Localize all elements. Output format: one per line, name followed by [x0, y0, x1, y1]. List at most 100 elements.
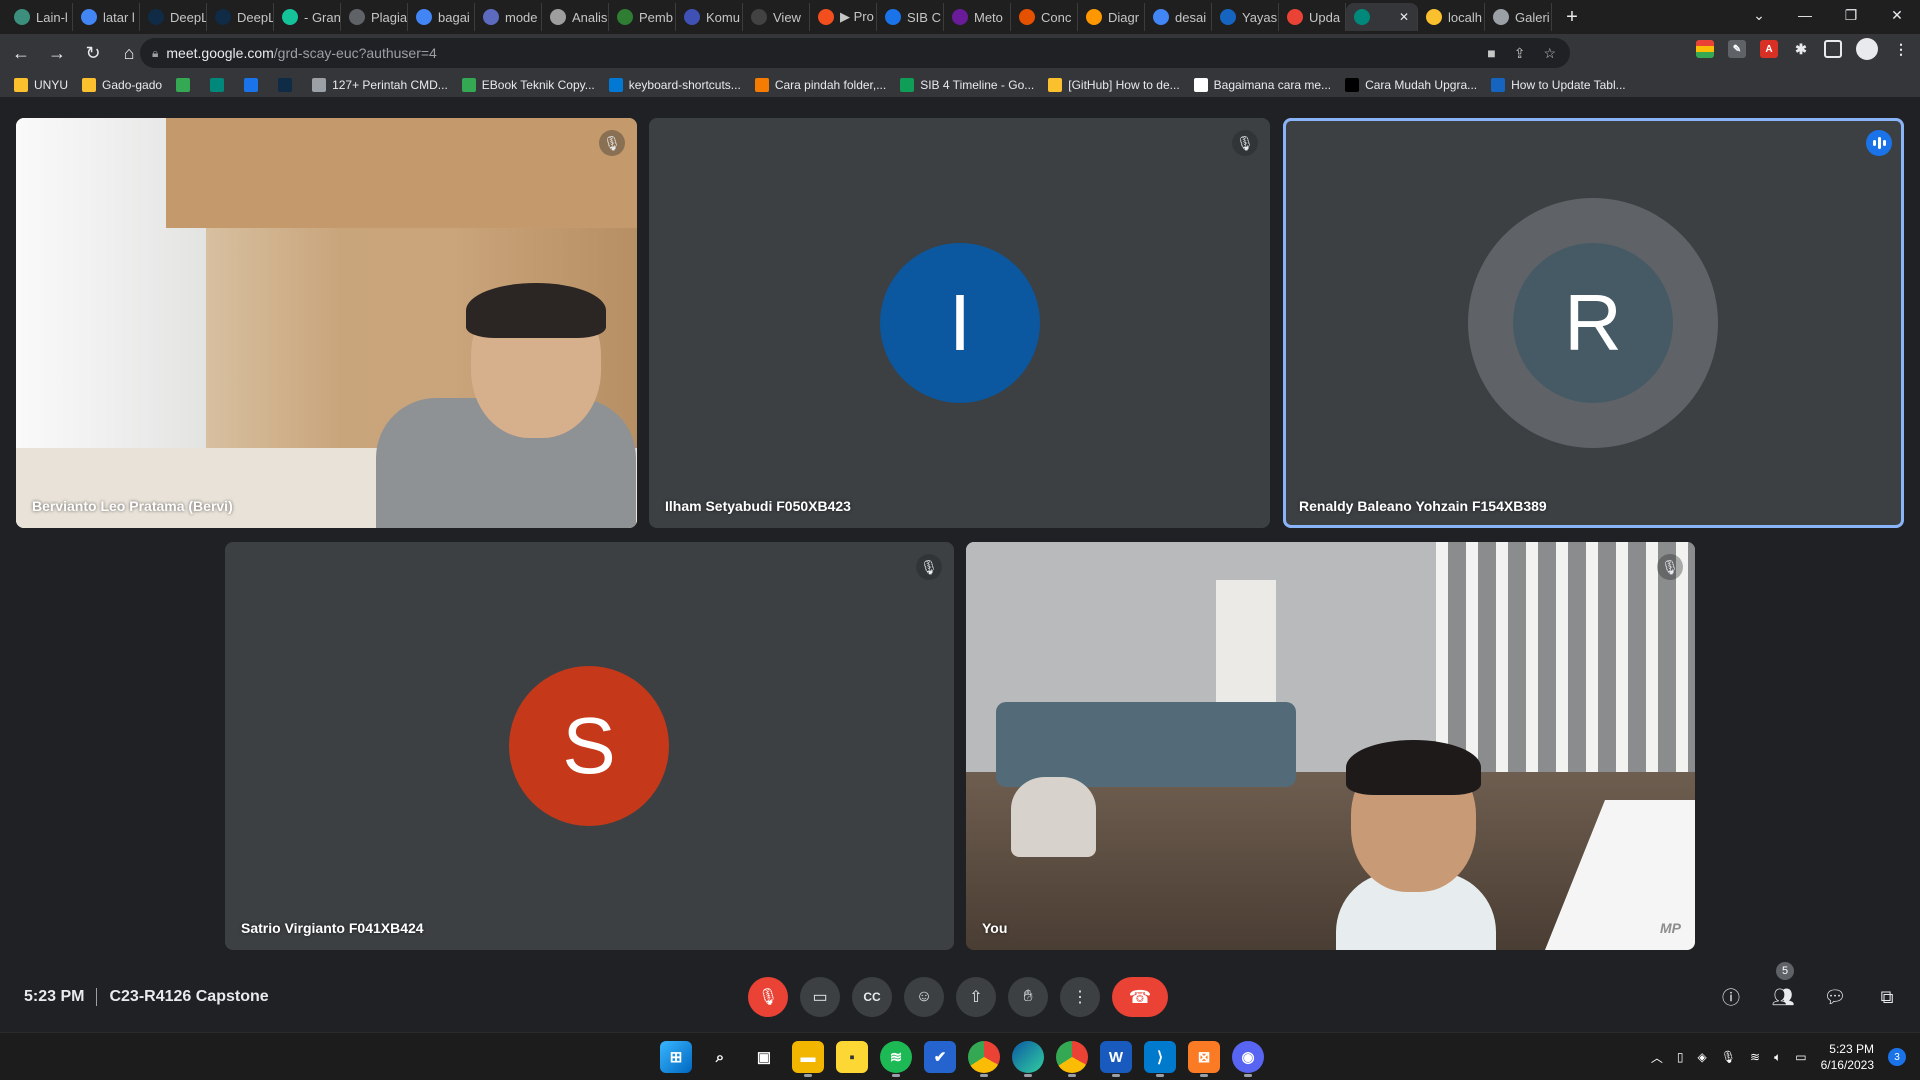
xampp-icon[interactable]: ⊠	[1188, 1041, 1220, 1077]
browser-tab[interactable]: Lain-l	[6, 3, 73, 31]
start-icon[interactable]: ⊞	[660, 1041, 692, 1073]
browser-tab[interactable]: mode	[475, 3, 542, 31]
new-tab-button[interactable]: +	[1558, 3, 1586, 31]
browser-tab[interactable]: Conc	[1011, 3, 1078, 31]
participant-tile[interactable]: I 🎙︎ Ilham Setyabudi F050XB423	[649, 118, 1270, 528]
browser-tab[interactable]: DeepL	[140, 3, 207, 31]
word-icon[interactable]: W	[1100, 1041, 1132, 1077]
browser-tab[interactable]: Meto	[944, 3, 1011, 31]
participant-tile-video[interactable]: 🎙︎ Bervianto Leo Pratama (Bervi)	[16, 118, 637, 528]
close-tab-icon[interactable]: ✕	[1399, 10, 1409, 24]
chat-icon[interactable]: 💬︎	[1822, 984, 1848, 1010]
bookmark-item[interactable]: Bagaimana cara me...	[1193, 77, 1331, 92]
bookmark-item[interactable]: EBook Teknik Copy...	[461, 77, 595, 92]
pen-extension-icon[interactable]: ✎	[1728, 40, 1746, 58]
browser-tab[interactable]: - Gran	[274, 3, 341, 31]
chrome-menu-icon[interactable]: ⋮	[1892, 40, 1910, 58]
bookmark-item[interactable]: UNYU	[14, 77, 68, 92]
clock[interactable]: 5:23 PM 6/16/2023	[1821, 1041, 1874, 1073]
search-icon[interactable]: ⌕	[704, 1041, 736, 1073]
camera-in-use-icon[interactable]: ■	[1487, 45, 1495, 62]
side-panel-icon[interactable]	[1824, 40, 1842, 58]
minimize-button[interactable]: —	[1782, 0, 1828, 30]
profile-avatar[interactable]	[1856, 38, 1878, 60]
meeting-details-icon[interactable]: ⓘ	[1718, 984, 1744, 1010]
browser-tab[interactable]: desai	[1145, 3, 1212, 31]
browser-tab[interactable]: Upda	[1279, 3, 1346, 31]
participant-tile-speaking[interactable]: R Renaldy Baleano Yohzain F154XB389	[1283, 118, 1904, 528]
restore-button[interactable]: ❐	[1828, 0, 1874, 30]
microphone-icon[interactable]: 🎙︎	[1721, 1050, 1736, 1064]
wifi-icon[interactable]: ≋	[1750, 1050, 1760, 1064]
browser-tab[interactable]: localh	[1418, 3, 1485, 31]
todo-icon[interactable]: ✔	[924, 1041, 956, 1073]
task-view-icon[interactable]: ▣	[748, 1041, 780, 1073]
volume-icon[interactable]: 🔈︎	[1774, 1050, 1781, 1065]
active-tab[interactable]: ✕	[1346, 3, 1418, 31]
battery-icon[interactable]: ▭	[1795, 1050, 1806, 1064]
bookmark-item[interactable]: 127+ Perintah CMD...	[312, 77, 448, 92]
end-call-button[interactable]: ☎︎	[1112, 977, 1168, 1017]
bookmark-item[interactable]: Gado-gado	[82, 77, 163, 92]
reactions-button[interactable]: ☺	[904, 977, 944, 1017]
chevron-up-icon[interactable]: ︿	[1651, 1049, 1663, 1066]
raise-hand-button[interactable]: ✋︎	[1008, 977, 1048, 1017]
address-bar[interactable]: 🔒︎ meet.google.com/grd-scay-euc?authuser…	[140, 38, 1570, 68]
spotify-icon[interactable]: ≋	[880, 1041, 912, 1077]
bookmark-label: Gado-gado	[102, 77, 163, 92]
bookmark-item[interactable]	[278, 77, 298, 92]
present-button[interactable]: ⇧	[956, 977, 996, 1017]
forward-button[interactable]: →	[42, 38, 72, 68]
browser-tab[interactable]: Analis	[542, 3, 609, 31]
self-video-tile[interactable]: 🎙︎ You MP	[966, 542, 1695, 950]
tablet-icon[interactable]: ▯	[1677, 1050, 1684, 1064]
bookmark-item[interactable]: Cara pindah folder,...	[754, 77, 886, 92]
bookmark-item[interactable]	[244, 77, 264, 92]
browser-tab[interactable]: Diagr	[1078, 3, 1145, 31]
browser-tab[interactable]: DeepL	[207, 3, 274, 31]
share-icon[interactable]: ⇪	[1514, 45, 1526, 62]
more-options-button[interactable]: ⋮	[1060, 977, 1100, 1017]
extension-icon[interactable]	[1696, 40, 1714, 58]
activities-icon[interactable]: ⧉	[1874, 984, 1900, 1010]
discord-icon[interactable]: ◉	[1232, 1041, 1264, 1077]
bookmark-item[interactable]: keyboard-shortcuts...	[608, 77, 741, 92]
chrome-profile-icon[interactable]	[1056, 1041, 1088, 1077]
browser-tab[interactable]: Plagia	[341, 3, 408, 31]
browser-tab[interactable]: Yayas	[1212, 3, 1279, 31]
bookmark-label: EBook Teknik Copy...	[481, 77, 595, 92]
browser-tab[interactable]: Pemb	[609, 3, 676, 31]
puzzle-icon[interactable]: ✱	[1792, 40, 1810, 58]
pdf-extension-icon[interactable]: A	[1760, 40, 1778, 58]
toggle-camera-button[interactable]: ▭	[800, 977, 840, 1017]
participant-tile[interactable]: S 🎙︎ Satrio Virgianto F041XB424	[225, 542, 954, 950]
notification-badge[interactable]: 3	[1888, 1048, 1906, 1066]
browser-tab[interactable]: Galeri	[1485, 3, 1552, 31]
defender-icon[interactable]: ◈	[1698, 1050, 1707, 1064]
bookmark-star-icon[interactable]: ☆	[1543, 45, 1556, 62]
back-button[interactable]: ←	[6, 38, 36, 68]
people-icon[interactable]: 👥︎ 5	[1770, 962, 1796, 1010]
browser-tab[interactable]: SIB C	[877, 3, 944, 31]
browser-tab[interactable]: latar l	[73, 3, 140, 31]
bookmark-item[interactable]: Cara Mudah Upgra...	[1345, 77, 1477, 92]
browser-tab[interactable]: View	[743, 3, 810, 31]
bookmark-item[interactable]: How to Update Tabl...	[1491, 77, 1626, 92]
vscode-icon[interactable]: ⟩	[1144, 1041, 1176, 1077]
browser-tab[interactable]: Komu	[676, 3, 743, 31]
bookmark-item[interactable]	[210, 77, 230, 92]
close-window-button[interactable]: ✕	[1874, 0, 1920, 30]
toggle-mic-button[interactable]: 🎙︎	[748, 977, 788, 1017]
browser-tab[interactable]: bagai	[408, 3, 475, 31]
bookmark-item[interactable]	[176, 77, 196, 92]
captions-button[interactable]: CC	[852, 977, 892, 1017]
file-explorer-icon[interactable]: ▬	[792, 1041, 824, 1077]
chrome-icon[interactable]	[968, 1041, 1000, 1077]
edge-icon[interactable]	[1012, 1041, 1044, 1077]
tab-search-icon[interactable]: ⌄	[1736, 0, 1782, 30]
bookmark-item[interactable]: [GitHub] How to de...	[1048, 77, 1180, 92]
reload-button[interactable]: ↻	[78, 38, 108, 68]
bookmark-item[interactable]: SIB 4 Timeline - Go...	[900, 77, 1034, 92]
browser-tab[interactable]: ▶ Pro	[810, 3, 877, 31]
sticky-notes-icon[interactable]: ▪	[836, 1041, 868, 1073]
